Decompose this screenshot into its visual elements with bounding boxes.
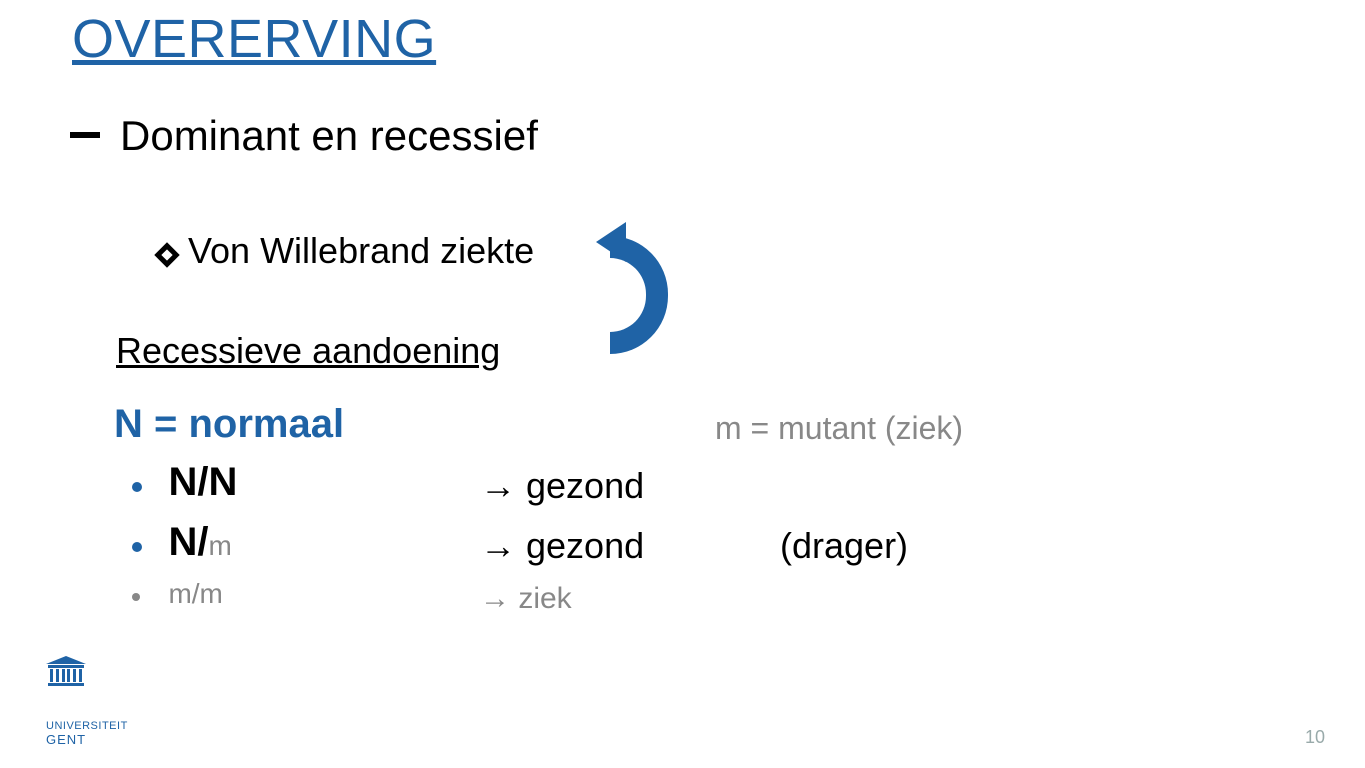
- logo-text-line2: GENT: [46, 732, 128, 747]
- bullet-icon: [132, 482, 142, 492]
- ugent-logo-icon: [46, 656, 86, 686]
- logo-text-line1: UNIVERSITEIT: [46, 720, 128, 732]
- em-dash-bullet: [70, 132, 100, 138]
- bullet-icon: [132, 593, 140, 601]
- genotype-row-nm: N/m: [132, 520, 232, 565]
- genotype-label: m/m: [168, 578, 222, 609]
- result-nn: → gezond: [480, 465, 644, 507]
- genotype-label: N/N: [168, 460, 237, 504]
- genotype-row-mm: m/m: [132, 578, 223, 610]
- result-nm: → gezond: [480, 525, 644, 567]
- genotype-label-sub: m: [208, 530, 231, 561]
- von-willebrand-text: Von Willebrand ziekte: [188, 230, 534, 272]
- ugent-logo: UNIVERSITEIT GENT: [46, 656, 128, 747]
- genotype-label-main: N/: [168, 520, 208, 564]
- slide-title: OVERERVING: [72, 8, 436, 70]
- legend-mutant: m = mutant (ziek): [715, 410, 963, 447]
- page-number: 10: [1305, 727, 1325, 748]
- subheading: Dominant en recessief: [120, 112, 538, 160]
- result-mm: → ziek: [480, 582, 572, 616]
- diamond-bullet-icon: [154, 242, 179, 267]
- bullet-icon: [132, 542, 142, 552]
- legend-normal: N = normaal: [114, 402, 344, 447]
- genotype-row-nn: N/N: [132, 460, 237, 505]
- note-drager: (drager): [780, 525, 908, 567]
- curved-arrow-icon: [598, 236, 668, 356]
- recessive-heading: Recessieve aandoening: [116, 330, 500, 372]
